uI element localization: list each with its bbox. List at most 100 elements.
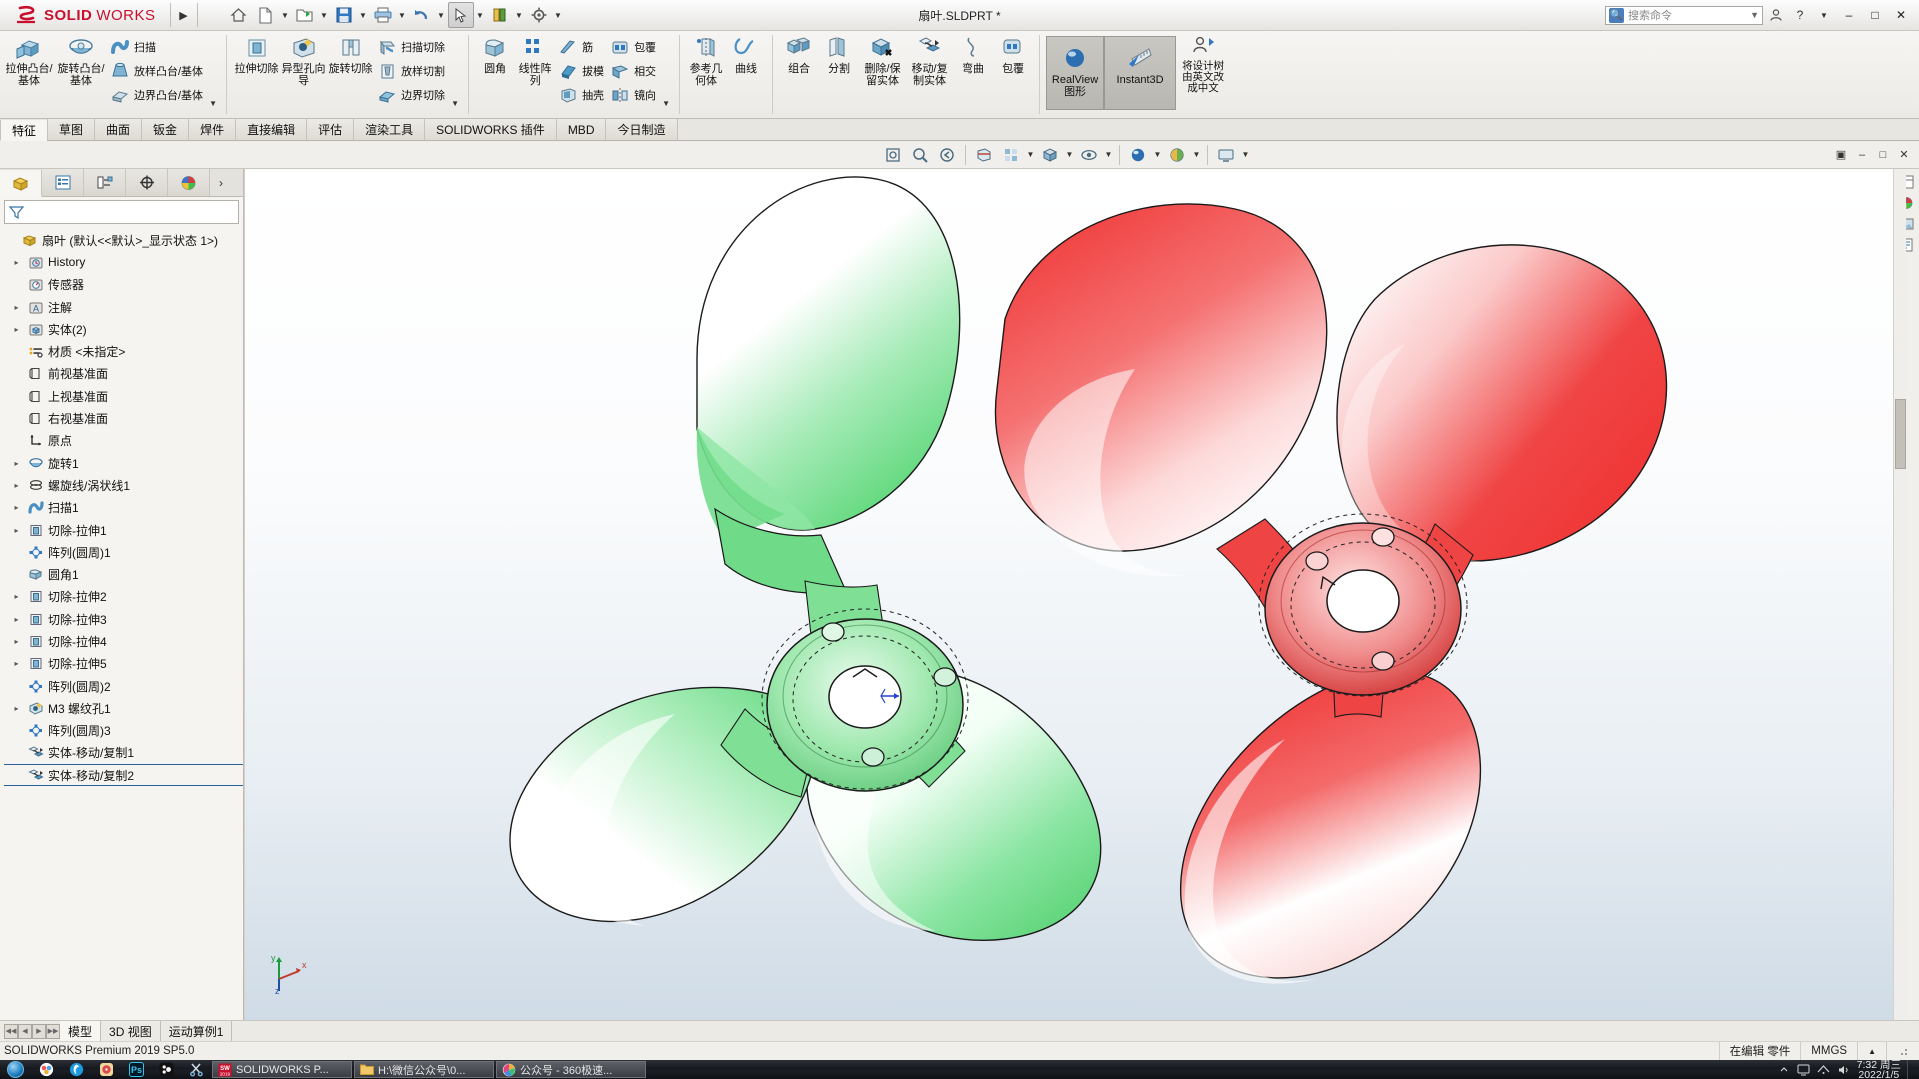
split-button[interactable]: 分割	[819, 33, 859, 75]
explorer-task[interactable]: H:\微信公众号\0...	[354, 1061, 494, 1078]
tab-surfaces[interactable]: 曲面	[94, 119, 142, 140]
feature-manager-tab[interactable]	[0, 170, 42, 197]
edit-appearance-caret[interactable]: ▼	[1152, 143, 1163, 167]
undo-caret[interactable]: ▼	[436, 2, 447, 28]
tab-nav-first[interactable]: ◀◀	[4, 1023, 18, 1039]
instant3d-toggle[interactable]: Instant3D	[1104, 36, 1177, 110]
intersect-button[interactable]: 相交	[607, 59, 659, 82]
tree-item-history[interactable]: ▸ History	[4, 251, 243, 273]
tree-toggle[interactable]: ▸	[10, 325, 23, 334]
settings-caret[interactable]: ▼	[553, 2, 564, 28]
tree-toggle[interactable]: ▸	[10, 503, 23, 512]
tab-weldments[interactable]: 焊件	[188, 119, 236, 140]
apply-scene-caret[interactable]: ▼	[1191, 143, 1202, 167]
help-icon[interactable]: ?	[1789, 4, 1811, 26]
section-view-icon[interactable]	[971, 143, 997, 167]
previous-view-icon[interactable]	[934, 143, 960, 167]
graphics-vertical-scrollbar[interactable]	[1893, 169, 1906, 1020]
minimize-window-icon[interactable]: –	[1853, 146, 1871, 164]
fillet-button[interactable]: 圆角	[475, 33, 515, 75]
realview-toggle[interactable]: RealView 图形	[1046, 36, 1105, 110]
tree-item-m3-threaded-hole1[interactable]: ▸ M3 螺纹孔1	[4, 697, 243, 719]
tree-item-cut-extrude2[interactable]: ▸ 切除-拉伸2	[4, 586, 243, 608]
tab-sketch[interactable]: 草图	[47, 119, 95, 140]
user-account-icon[interactable]	[1765, 4, 1787, 26]
tab-3d-views[interactable]: 3D 视图	[101, 1021, 161, 1041]
search-input[interactable]: 🔍 搜索命令 ▼	[1605, 5, 1763, 25]
boundary-cut-button[interactable]: 边界切除	[374, 83, 448, 106]
tree-item-cut-extrude3[interactable]: ▸ 切除-拉伸3	[4, 608, 243, 630]
tree-item-solid-bodies[interactable]: ▸ 实体(2)	[4, 318, 243, 340]
save-icon[interactable]	[331, 2, 357, 28]
tab-features[interactable]: 特征	[0, 120, 48, 141]
tree-item-material[interactable]: 材质 <未指定>	[4, 340, 243, 362]
home-icon[interactable]	[226, 2, 252, 28]
tree-toggle[interactable]: ▸	[10, 704, 23, 713]
display-style-caret[interactable]: ▼	[1064, 143, 1075, 167]
tree-toggle[interactable]: ▸	[10, 637, 23, 646]
tab-solidworks-addins[interactable]: SOLIDWORKS 插件	[424, 119, 556, 140]
delete-keep-body-button[interactable]: 删除/保留实体	[859, 33, 906, 87]
tab-evaluate[interactable]: 评估	[306, 119, 354, 140]
new-doc-icon[interactable]	[253, 2, 279, 28]
boundary-boss-button[interactable]: 边界凸台/基体	[107, 83, 206, 106]
tree-item-origin[interactable]: 原点	[4, 430, 243, 452]
extrude-boss-button[interactable]: 拉伸凸台/基体	[3, 33, 55, 87]
cloud-app-icon[interactable]	[62, 1060, 90, 1079]
snip-tool-icon[interactable]	[182, 1060, 210, 1079]
rib-button[interactable]: 筋	[555, 35, 607, 58]
maximize-button[interactable]: □	[1863, 4, 1887, 26]
sweep-button[interactable]: 扫描	[107, 35, 206, 58]
tree-item-circular-pattern1[interactable]: 阵列(圆周)1	[4, 541, 243, 563]
zoom-to-fit-icon[interactable]	[880, 143, 906, 167]
tab-model[interactable]: 模型	[60, 1021, 102, 1041]
tab-render-tools[interactable]: 渲染工具	[353, 119, 425, 140]
apply-scene-icon[interactable]	[1164, 143, 1190, 167]
show-desktop-button[interactable]	[1907, 1060, 1915, 1079]
tree-item-annotations[interactable]: ▸ A 注解	[4, 296, 243, 318]
rebuild-caret[interactable]: ▼	[514, 2, 525, 28]
tree-item-sensors[interactable]: 传感器	[4, 274, 243, 296]
tree-item-sweep1[interactable]: ▸ 扫描1	[4, 497, 243, 519]
status-units[interactable]: MMGS	[1800, 1041, 1857, 1061]
taskbar-clock[interactable]: 7:32 周三 2022/1/5	[1857, 1059, 1901, 1079]
view-settings-icon[interactable]	[1213, 143, 1239, 167]
monitor-tray-icon[interactable]	[1797, 1063, 1811, 1077]
sweep-cut-button[interactable]: 扫描切除	[374, 35, 448, 58]
tab-mbd[interactable]: MBD	[555, 119, 606, 140]
hide-show-caret[interactable]: ▼	[1103, 143, 1114, 167]
translate-tree-button[interactable]: 将设计树由英文改成中文	[1176, 33, 1230, 94]
linear-pattern-button[interactable]: 线性阵列	[515, 33, 555, 87]
tree-toggle[interactable]: ▸	[10, 303, 23, 312]
tree-toggle[interactable]: ▸	[10, 659, 23, 668]
media-app-icon[interactable]	[92, 1060, 120, 1079]
revolve-boss-button[interactable]: 旋转凸台/基体	[55, 33, 107, 87]
tree-item-fillet1[interactable]: 圆角1	[4, 563, 243, 585]
combine-button[interactable]: 组合	[779, 33, 819, 75]
print-caret[interactable]: ▼	[397, 2, 408, 28]
settings-icon[interactable]	[526, 2, 552, 28]
rebuild-icon[interactable]	[487, 2, 513, 28]
display-manager-tab[interactable]	[168, 169, 210, 196]
display-style-icon[interactable]	[1037, 143, 1063, 167]
extrude-cut-button[interactable]: 拉伸切除	[233, 33, 280, 75]
wrap2-button[interactable]: 包覆	[993, 33, 1033, 75]
tab-motion-study[interactable]: 运动算例1	[161, 1021, 233, 1041]
tree-item-front-plane[interactable]: 前视基准面	[4, 363, 243, 385]
expand-menu-arrow[interactable]: ▶	[175, 3, 193, 27]
flex-button[interactable]: 弯曲	[953, 33, 993, 75]
propeller-model[interactable]	[245, 169, 1906, 1020]
tree-toggle[interactable]: ▸	[10, 459, 23, 468]
close-button[interactable]: ✕	[1889, 4, 1913, 26]
zoom-to-area-icon[interactable]	[907, 143, 933, 167]
search-caret-icon[interactable]: ▼	[1750, 10, 1759, 20]
curves-button[interactable]: 曲线	[726, 33, 766, 75]
wrap-button[interactable]: 包覆	[607, 35, 659, 58]
tree-item-cut-extrude1[interactable]: ▸ 切除-拉伸1	[4, 519, 243, 541]
tree-item-right-plane[interactable]: 右视基准面	[4, 407, 243, 429]
select-caret[interactable]: ▼	[475, 2, 486, 28]
tree-item-move-copy-body2[interactable]: 实体-移动/复制2	[4, 764, 243, 787]
shell-button[interactable]: 抽壳	[555, 83, 607, 106]
undo-icon[interactable]	[409, 2, 435, 28]
tab-manufacture-today[interactable]: 今日制造	[605, 119, 678, 140]
